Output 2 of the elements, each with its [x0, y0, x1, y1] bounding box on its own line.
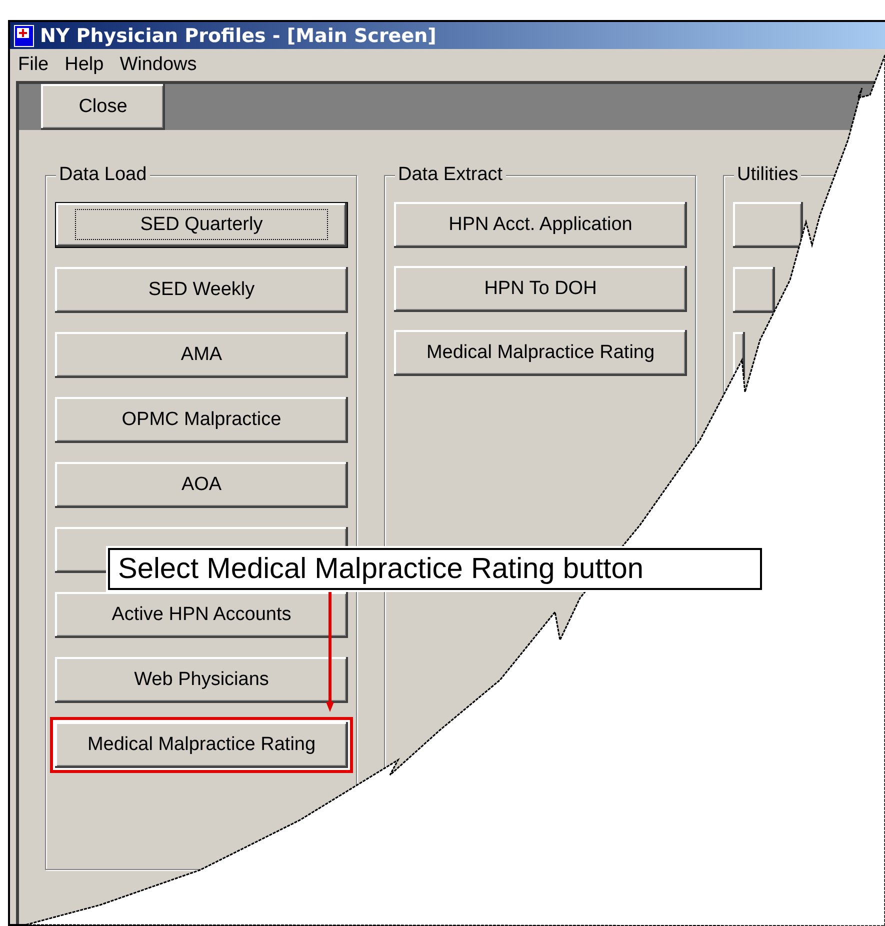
window-title: NY Physician Profiles - [Main Screen] [40, 24, 436, 46]
instruction-tooltip: Select Medical Malpractice Rating button [108, 548, 762, 590]
